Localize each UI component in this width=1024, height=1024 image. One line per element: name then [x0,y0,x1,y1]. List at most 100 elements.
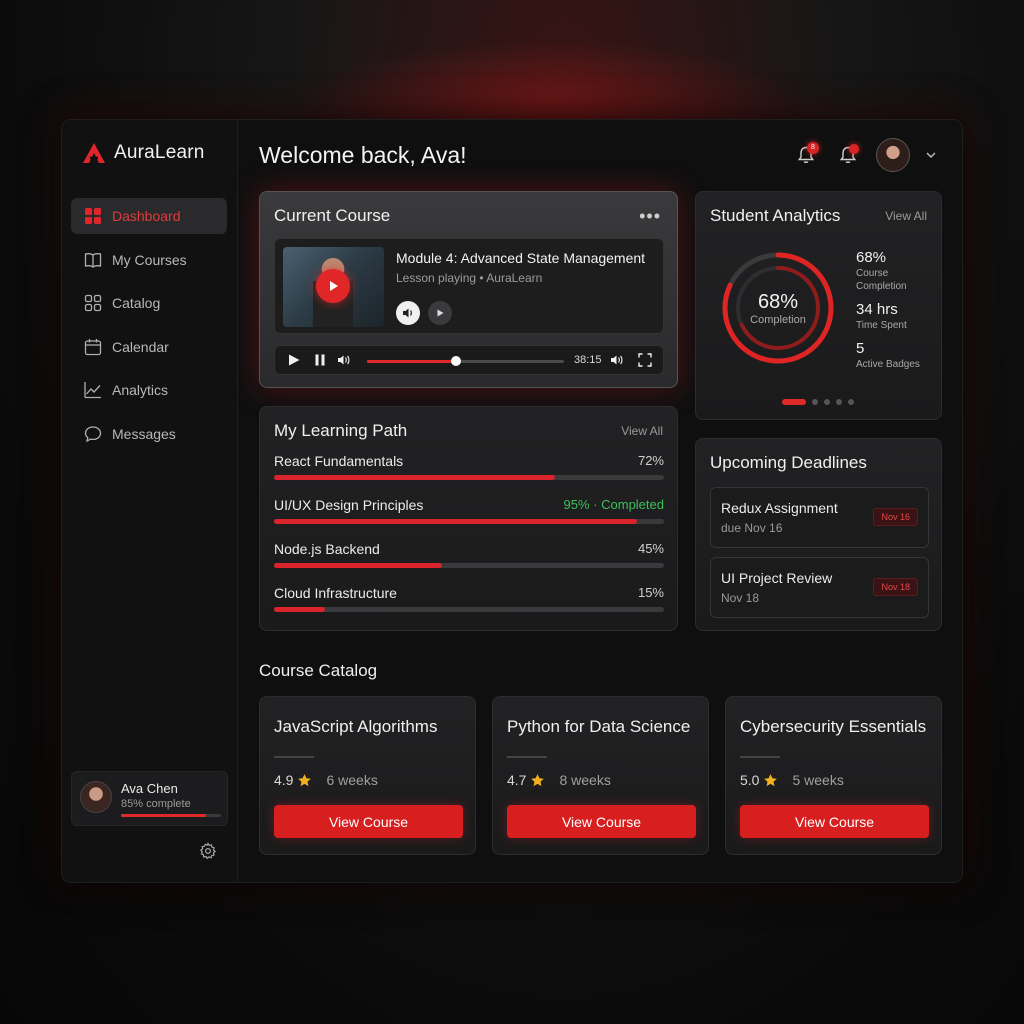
stat-value: 68% [856,249,887,266]
app-window: AuraLearn Dashboard My Courses Catalog C… [61,119,963,883]
user-avatar[interactable] [876,138,910,172]
path-item-percent: 15% [637,585,664,600]
card-title: Student Analytics [710,206,841,225]
time-display: 38:15 [574,354,602,366]
deadline-title: UI Project Review [721,570,833,586]
stat-active-badges: 5 Active Badges [856,340,941,371]
path-item-percent: 72% [637,453,664,468]
path-progress-track [274,607,664,612]
volume-icon[interactable] [610,353,626,367]
deadline-date-badge: Nov 18 [873,578,918,596]
completion-value: 68% [757,290,799,313]
sidebar-item-my-courses[interactable]: My Courses [71,242,227,278]
analytics-icon [84,382,101,399]
course-card[interactable]: Cybersecurity Essentials 5.0 5 weeks Vie… [725,696,942,855]
sidebar-item-label: Messages [112,425,176,442]
card-title: Upcoming Deadlines [710,453,867,472]
alert-dot [849,144,859,154]
view-course-button[interactable]: View Course [274,805,463,838]
stats-list: 68% Course Completion 34 hrs Time Spent … [856,249,941,379]
sidebar-item-label: Calendar [112,338,169,355]
mini-play-button[interactable] [428,301,452,325]
view-course-button[interactable]: View Course [507,805,696,838]
path-progress-fill [274,519,637,524]
video-thumbnail[interactable] [283,247,384,327]
sidebar-item-label: My Courses [112,251,187,268]
seek-handle[interactable] [450,356,461,366]
course-duration: 5 weeks [792,772,844,788]
profile-name: Ava Chen [121,781,178,796]
pause-icon[interactable] [313,353,327,367]
deadline-date-badge: Nov 16 [873,508,918,526]
sidebar-item-messages[interactable]: Messages [71,416,227,452]
path-progress-fill [274,563,442,568]
dashboard-icon [85,208,101,224]
carousel-dot[interactable] [782,399,806,405]
brand-name: AuraLearn [114,142,205,163]
stat-time-spent: 34 hrs Time Spent [856,301,941,332]
ring-center: 68% Completion [718,248,838,368]
deadline-item[interactable]: UI Project Review Nov 18 Nov 18 [710,557,929,618]
seek-bar[interactable] [367,356,564,366]
sidebar-item-calendar[interactable]: Calendar [71,329,227,365]
view-all-link[interactable]: View All [621,424,663,438]
calendar-icon [84,338,102,355]
course-title: Cybersecurity Essentials [740,717,927,736]
sidebar-item-dashboard[interactable]: Dashboard [71,198,227,234]
sidebar-item-label: Dashboard [112,208,181,224]
volume-toggle-button[interactable] [396,301,420,325]
carousel-dot[interactable] [836,399,842,405]
fullscreen-icon[interactable] [638,353,652,367]
view-course-button[interactable]: View Course [740,805,929,838]
carousel-dot[interactable] [848,399,854,405]
alerts-button[interactable] [834,141,862,169]
stat-label: Active Badges [856,359,920,370]
profile-progress-bar [121,814,221,817]
upcoming-deadlines-card: Upcoming Deadlines Redux Assignment due … [695,438,942,631]
seek-progress [367,360,456,363]
volume-icon[interactable] [337,353,353,367]
carousel-dot[interactable] [824,399,830,405]
path-item-name: Cloud Infrastructure [274,585,397,601]
sidebar: AuraLearn Dashboard My Courses Catalog C… [62,120,238,882]
course-card[interactable]: Python for Data Science 4.7 8 weeks View… [492,696,709,855]
path-item-name: UI/UX Design Principles [274,497,424,513]
stat-value: 5 [856,340,865,357]
completion-ring: 68% Completion [718,248,838,368]
course-title: JavaScript Algorithms [274,717,438,736]
carousel-dot[interactable] [812,399,818,405]
deadline-due: due Nov 16 [721,521,783,535]
path-progress-track [274,563,664,568]
profile-progress-fill [121,814,206,817]
carousel-dots [782,399,854,405]
play-overlay-icon[interactable] [316,269,350,303]
course-meta: 5.0 5 weeks [740,772,844,788]
sidebar-item-label: Analytics [112,382,169,398]
video-player-controls: 38:15 [274,345,664,375]
sidebar-nav: Dashboard My Courses Catalog Calendar An… [71,198,227,459]
course-rating: 4.9 [274,772,294,788]
star-icon [298,773,312,786]
course-rating: 4.7 [507,772,527,788]
notifications-button[interactable]: 8 [792,141,820,169]
sidebar-item-label: Catalog [112,295,161,311]
brand[interactable]: AuraLearn [82,142,205,164]
chevron-down-icon[interactable] [924,148,938,162]
play-icon[interactable] [287,353,301,367]
deadline-due: Nov 18 [721,591,760,605]
deadline-item[interactable]: Redux Assignment due Nov 16 Nov 16 [710,487,929,548]
sidebar-item-catalog[interactable]: Catalog [71,285,227,321]
view-all-link[interactable]: View All [885,209,927,223]
path-progress-fill [274,475,555,480]
card-title: Current Course [274,206,391,225]
profile-card[interactable]: Ava Chen 85% complete [71,771,228,826]
path-item-name: React Fundamentals [274,453,404,469]
sidebar-item-analytics[interactable]: Analytics [71,372,227,408]
divider [740,756,780,758]
gear-icon[interactable] [199,842,217,860]
card-title: My Learning Path [274,421,408,440]
course-card[interactable]: JavaScript Algorithms 4.9 6 weeks View C… [259,696,476,855]
lesson-title: Module 4: Advanced State Management [396,250,646,266]
stat-label: Course Completion [856,268,907,292]
more-options-icon[interactable]: ••• [639,206,661,227]
